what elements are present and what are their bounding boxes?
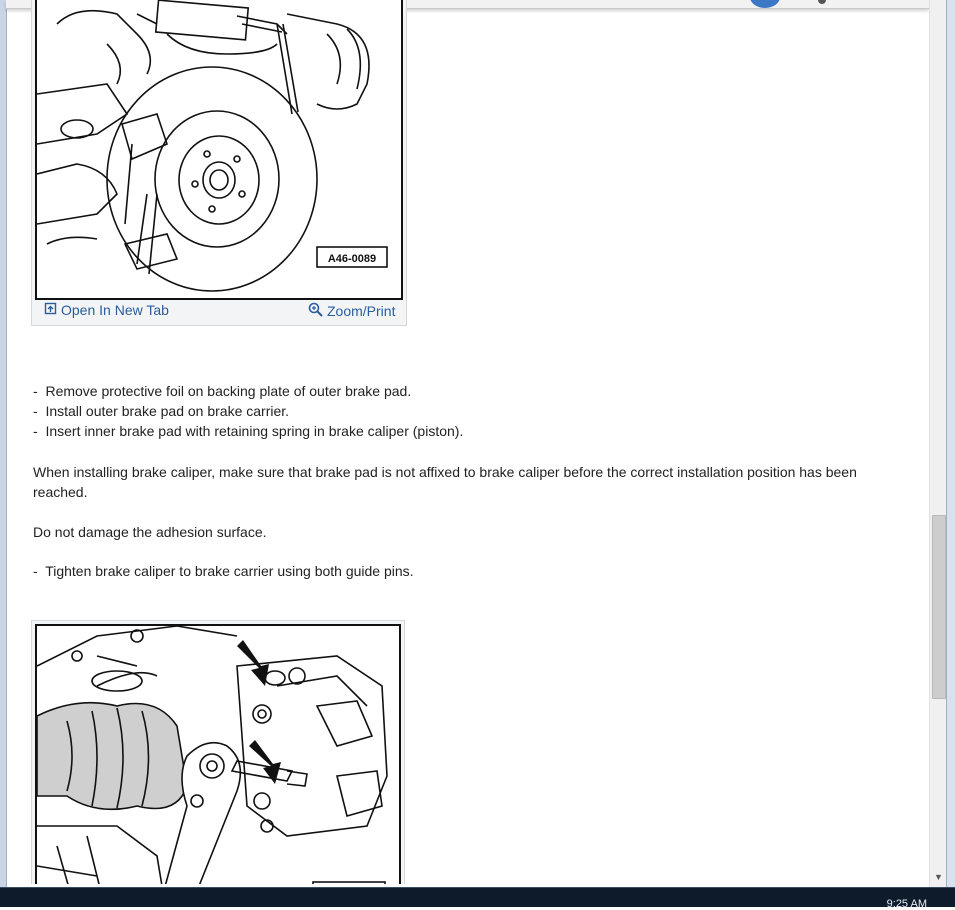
vertical-scrollbar[interactable]: ▼ [929, 0, 947, 887]
zoom-print-label: Zoom/Print [327, 303, 396, 319]
window-right-border [946, 0, 955, 887]
figure-1-container: A46-0089 Open In New Tab Zoom/Print [31, 0, 407, 326]
step-remove-foil: - Remove protective foil on backing plat… [33, 383, 411, 399]
step-text: Tighten brake caliper to brake carrier u… [45, 563, 414, 579]
brake-caliper-illustration-1: A46-0089 [37, 0, 388, 292]
note-adhesion-surface: Do not damage the adhesion surface. [33, 524, 267, 540]
open-in-new-tab-label: Open In New Tab [61, 302, 169, 318]
document-content: A46-0089 Open In New Tab Zoom/Print - Re… [7, 0, 930, 884]
figure-2-image [35, 624, 401, 884]
step-install-outer-pad: - Install outer brake pad on brake carri… [33, 403, 289, 419]
figure-1-image: A46-0089 [35, 0, 403, 300]
step-text: Insert inner brake pad with retaining sp… [45, 423, 464, 439]
window-left-border [0, 0, 7, 887]
step-text: Install outer brake pad on brake carrier… [45, 403, 290, 419]
step-tighten-caliper: - Tighten brake caliper to brake carrier… [33, 563, 414, 579]
figure-1-links: Open In New Tab Zoom/Print [32, 299, 406, 321]
figure-2-container [31, 620, 405, 884]
step-text: Remove protective foil on backing plate … [45, 383, 412, 399]
scroll-down-arrow-icon[interactable]: ▼ [930, 868, 947, 885]
open-in-new-tab-link[interactable]: Open In New Tab [44, 302, 169, 318]
taskbar: 9:25 AM [0, 887, 955, 910]
figure-1-code: A46-0089 [328, 253, 376, 265]
magnifier-zoom-icon [308, 302, 323, 320]
scrollbar-thumb[interactable] [932, 515, 946, 699]
bullet: - [33, 383, 38, 399]
open-in-new-tab-icon [44, 302, 57, 318]
note-installing-caliper: When installing brake caliper, make sure… [33, 464, 857, 500]
bullet: - [33, 563, 38, 579]
zoom-print-link[interactable]: Zoom/Print [308, 302, 395, 320]
brake-caliper-illustration-2 [37, 626, 388, 884]
bullet: - [33, 423, 38, 439]
bullet: - [33, 403, 38, 419]
taskbar-clock: 9:25 AM [886, 898, 927, 910]
step-insert-inner-pad: - Insert inner brake pad with retaining … [33, 423, 463, 439]
